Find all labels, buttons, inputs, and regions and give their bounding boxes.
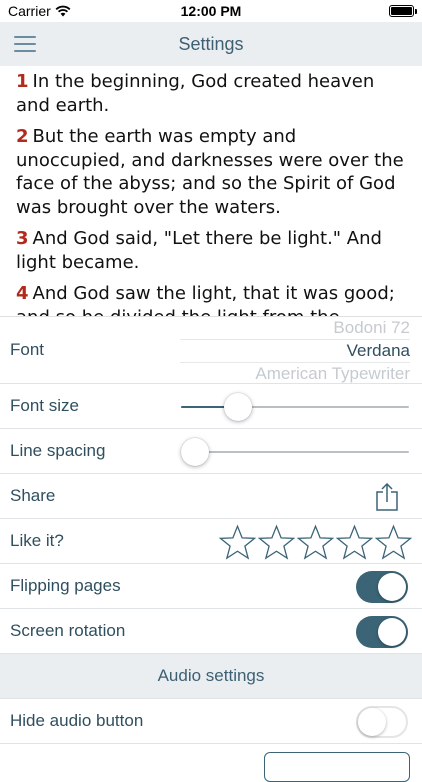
screen-rotation-toggle[interactable]: [356, 616, 408, 648]
font-size-row: Font size: [0, 384, 422, 429]
star-icon[interactable]: [258, 524, 295, 560]
hide-audio-toggle[interactable]: [356, 706, 408, 738]
hide-audio-row: Hide audio button: [0, 699, 422, 744]
nav-bar: Settings: [0, 22, 422, 66]
verse-number: 2: [16, 126, 29, 147]
font-row: Font Bodoni 72 Verdana American Typewrit…: [0, 317, 422, 384]
flipping-pages-row: Flipping pages: [0, 564, 422, 609]
status-bar: Carrier 12:00 PM: [0, 0, 422, 22]
font-size-slider[interactable]: [181, 392, 409, 422]
toggle-knob: [358, 708, 386, 736]
font-picker[interactable]: Bodoni 72 Verdana American Typewriter: [180, 317, 410, 384]
flipping-pages-label: Flipping pages: [10, 576, 121, 595]
verse: 3 And God said, "Let there be light." And…: [16, 227, 406, 274]
star-icon[interactable]: [375, 524, 412, 560]
star-icon[interactable]: [297, 524, 334, 560]
font-option[interactable]: Bodoni 72: [180, 317, 410, 339]
font-label: Font: [10, 340, 45, 359]
font-option-selected[interactable]: Verdana: [180, 339, 410, 363]
verse-text: In the beginning, God created heaven and…: [16, 71, 375, 116]
verse: 4 And God saw the light, that it was good…: [16, 282, 406, 316]
settings-panel: Font Bodoni 72 Verdana American Typewrit…: [0, 316, 422, 782]
verse: 1 In the beginning, God created heaven an…: [16, 70, 406, 117]
audio-settings-header: Audio settings: [0, 654, 422, 699]
slider-thumb[interactable]: [181, 438, 209, 466]
verse-text: And God said, "Let there be light." And …: [16, 228, 382, 273]
reader-text[interactable]: 1 In the beginning, God created heaven an…: [0, 66, 422, 316]
share-icon[interactable]: [374, 483, 400, 511]
like-label: Like it?: [10, 531, 64, 550]
rating-stars[interactable]: [219, 524, 412, 560]
line-spacing-label: Line spacing: [10, 441, 106, 460]
share-row[interactable]: Share: [0, 474, 422, 519]
verse-text: And God saw the light, that it was good;…: [16, 283, 395, 316]
verse-text: But the earth was empty and unoccupied, …: [16, 126, 404, 218]
status-time: 12:00 PM: [180, 3, 242, 19]
hide-audio-label: Hide audio button: [10, 711, 144, 730]
screen-rotation-label: Screen rotation: [10, 621, 126, 640]
battery-icon: [389, 5, 417, 17]
partial-row: [0, 744, 422, 782]
line-spacing-row: Line spacing: [0, 429, 422, 474]
screen-rotation-row: Screen rotation: [0, 609, 422, 654]
star-icon[interactable]: [336, 524, 373, 560]
slider-thumb[interactable]: [224, 393, 252, 421]
share-label: Share: [10, 486, 56, 505]
font-option[interactable]: American Typewriter: [180, 363, 410, 384]
flipping-pages-toggle[interactable]: [356, 571, 408, 603]
verse-number: 4: [16, 283, 29, 304]
toggle-knob: [378, 618, 406, 646]
star-icon[interactable]: [219, 524, 256, 560]
font-size-label: Font size: [10, 396, 79, 415]
line-spacing-slider[interactable]: [181, 437, 409, 467]
page-title: Settings: [178, 34, 244, 54]
toggle-knob: [378, 573, 406, 601]
partial-button[interactable]: [264, 752, 410, 782]
verse-number: 1: [16, 71, 29, 92]
verse-number: 3: [16, 228, 29, 249]
like-row: Like it?: [0, 519, 422, 564]
verse: 2 But the earth was empty and unoccupied,…: [16, 125, 406, 219]
